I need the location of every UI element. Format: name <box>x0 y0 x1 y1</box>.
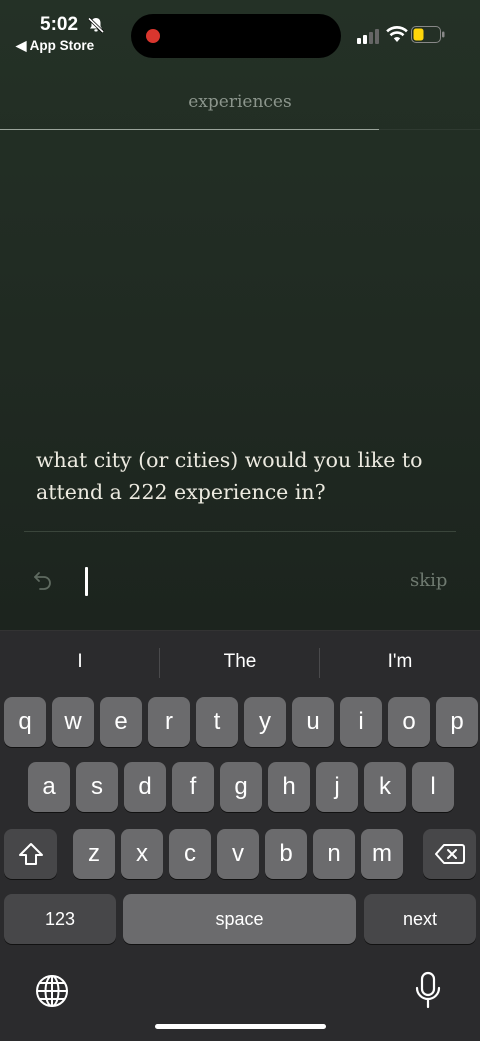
key-y[interactable]: y <box>244 697 286 747</box>
key-o[interactable]: o <box>388 697 430 747</box>
key-t[interactable]: t <box>196 697 238 747</box>
back-to-app-store[interactable]: ◀ App Store <box>16 38 94 54</box>
battery-icon <box>411 26 445 43</box>
key-a[interactable]: a <box>28 762 70 812</box>
key-r[interactable]: r <box>148 697 190 747</box>
shift-key[interactable] <box>4 829 57 879</box>
page-title: experiences <box>188 92 292 112</box>
key-m[interactable]: m <box>361 829 403 879</box>
home-indicator <box>155 1024 326 1029</box>
prediction-3[interactable]: I'm <box>320 631 480 693</box>
key-x[interactable]: x <box>121 829 163 879</box>
key-v[interactable]: v <box>217 829 259 879</box>
key-w[interactable]: w <box>52 697 94 747</box>
key-h[interactable]: h <box>268 762 310 812</box>
dynamic-island <box>131 14 341 58</box>
prediction-2[interactable]: The <box>160 631 320 693</box>
key-j[interactable]: j <box>316 762 358 812</box>
delete-key[interactable] <box>423 829 476 879</box>
backspace-icon <box>434 844 465 864</box>
key-n[interactable]: n <box>313 829 355 879</box>
text-cursor <box>85 567 88 596</box>
key-f[interactable]: f <box>172 762 214 812</box>
wifi-icon <box>386 25 408 42</box>
progress-bar <box>0 129 380 130</box>
key-u[interactable]: u <box>292 697 334 747</box>
key-g[interactable]: g <box>220 762 262 812</box>
divider <box>24 531 456 532</box>
shift-icon <box>18 843 43 865</box>
key-l[interactable]: l <box>412 762 454 812</box>
bell-slash-icon <box>87 17 105 34</box>
key-z[interactable]: z <box>73 829 115 879</box>
key-c[interactable]: c <box>169 829 211 879</box>
globe-icon[interactable] <box>34 973 70 1009</box>
undo-icon[interactable] <box>31 568 55 592</box>
prediction-1[interactable]: I <box>0 631 160 693</box>
answer-input[interactable] <box>84 564 388 600</box>
next-key[interactable]: next <box>364 894 476 944</box>
keyboard: I The I'm qwertyuiop asdfghjkl zxcvbnm 123… <box>0 630 480 1041</box>
cellular-signal-icon <box>357 29 379 44</box>
numbers-key[interactable]: 123 <box>4 894 116 944</box>
key-i[interactable]: i <box>340 697 382 747</box>
key-s[interactable]: s <box>76 762 118 812</box>
skip-button[interactable]: skip <box>410 570 447 591</box>
key-d[interactable]: d <box>124 762 166 812</box>
status-time: 5:02 <box>40 14 79 35</box>
microphone-icon[interactable] <box>413 970 443 1010</box>
space-key[interactable]: space <box>123 894 356 944</box>
key-e[interactable]: e <box>100 697 142 747</box>
recording-indicator <box>146 29 160 43</box>
key-b[interactable]: b <box>265 829 307 879</box>
predictive-text-bar: I The I'm <box>0 631 480 693</box>
question-text: what city (or cities) would you like to … <box>36 448 423 504</box>
key-k[interactable]: k <box>364 762 406 812</box>
key-p[interactable]: p <box>436 697 478 747</box>
key-q[interactable]: q <box>4 697 46 747</box>
